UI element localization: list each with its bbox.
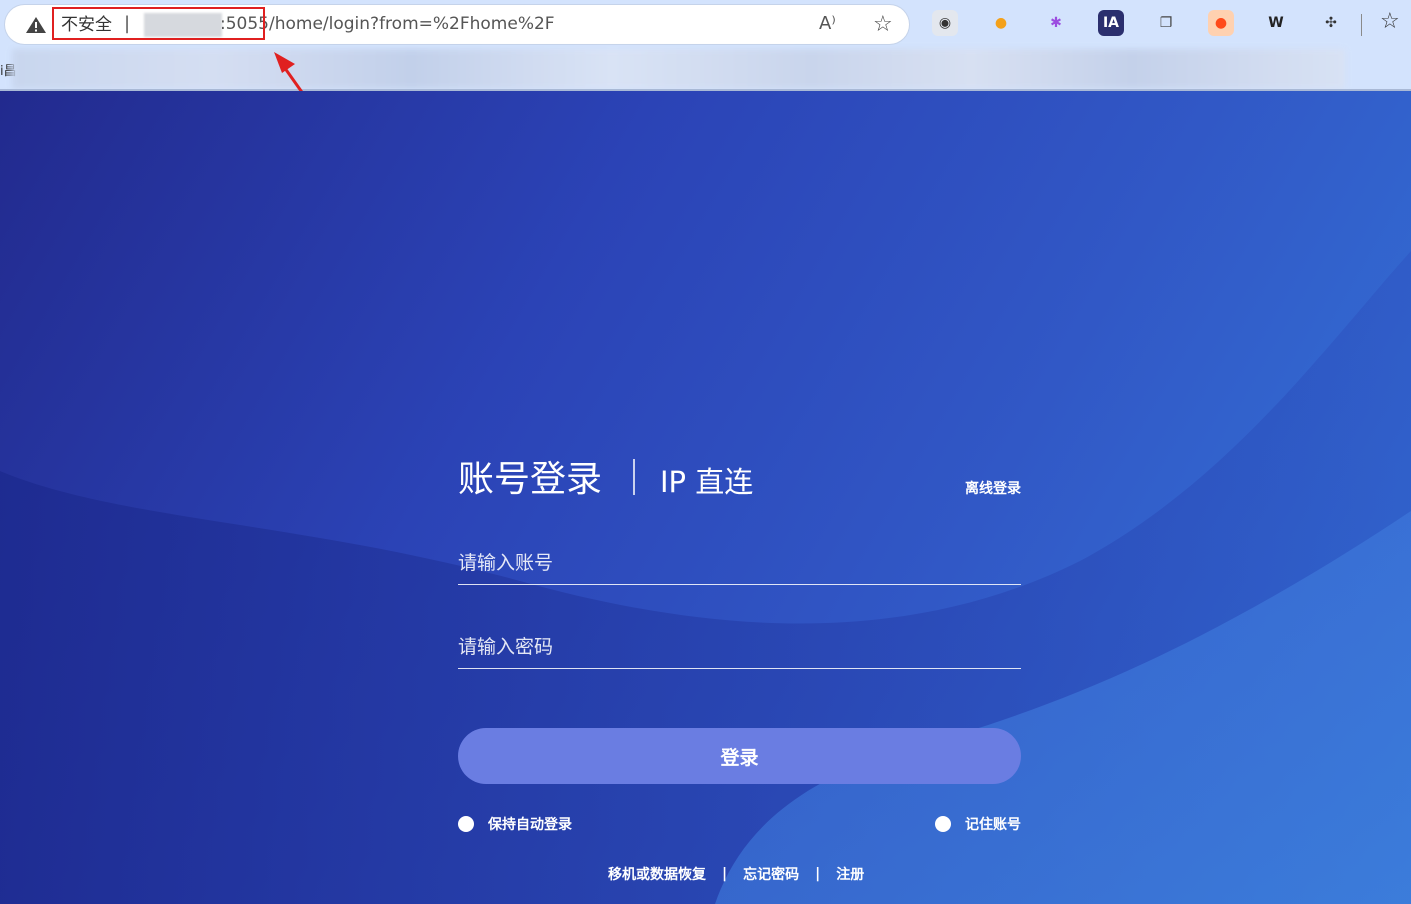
copy-icon[interactable]: ❐ <box>1153 10 1179 36</box>
footer-links: 移机或数据恢复 | 忘记密码 | 注册 <box>608 864 864 884</box>
remember-account-option[interactable]: 记住账号 <box>935 814 1021 834</box>
favorites-icon[interactable]: ☆ <box>1380 9 1400 34</box>
keep-logged-in-option[interactable]: 保持自动登录 <box>458 814 572 834</box>
link-separator: | <box>722 866 728 882</box>
ghostery-icon[interactable]: ◉ <box>932 10 958 36</box>
recover-data-link[interactable]: 移机或数据恢复 <box>608 864 706 884</box>
login-tabs: 账号登录 IP 直连 离线登录 <box>458 456 1021 506</box>
redacted-bookmarks <box>12 49 1345 89</box>
w-icon[interactable]: W <box>1263 10 1289 36</box>
orange-ext-icon[interactable]: ● <box>1208 10 1234 36</box>
favorite-star-icon[interactable]: ☆ <box>873 12 893 37</box>
tab-account-login[interactable]: 账号登录 <box>458 456 602 504</box>
offline-login-link[interactable]: 离线登录 <box>965 478 1021 498</box>
puzzle-icon[interactable]: ✣ <box>1318 10 1344 36</box>
forgot-password-link[interactable]: 忘记密码 <box>743 864 799 884</box>
account-input[interactable] <box>458 544 1021 582</box>
login-page: 账号登录 IP 直连 离线登录 登录 保持自动登录 记住账号 移机或数据恢复 |… <box>0 91 1411 904</box>
password-input[interactable] <box>458 628 1021 666</box>
register-link[interactable]: 注册 <box>836 864 864 884</box>
link-separator: | <box>815 866 821 882</box>
colorful-ext-icon[interactable]: ● <box>988 10 1014 36</box>
ia-icon[interactable]: IA <box>1098 10 1124 36</box>
brain-icon[interactable]: ✱ <box>1043 10 1069 36</box>
password-field <box>458 628 1021 669</box>
remember-account-radio[interactable] <box>935 816 951 832</box>
warning-icon[interactable] <box>25 16 47 34</box>
annotation-highlight-box <box>52 7 265 40</box>
keep-logged-in-radio[interactable] <box>458 816 474 832</box>
read-aloud-icon[interactable]: A⁾ <box>819 13 836 34</box>
account-field <box>458 544 1021 585</box>
keep-logged-in-label: 保持自动登录 <box>488 817 572 833</box>
remember-account-label: 记住账号 <box>965 817 1021 833</box>
login-button[interactable]: 登录 <box>458 728 1021 784</box>
url-text[interactable]: :5055/home/login?from=%2Fhome%2F <box>220 14 555 34</box>
tab-ip-direct[interactable]: IP 直连 <box>660 461 753 503</box>
tab-divider <box>633 459 635 495</box>
toolbar-divider <box>1361 14 1362 36</box>
